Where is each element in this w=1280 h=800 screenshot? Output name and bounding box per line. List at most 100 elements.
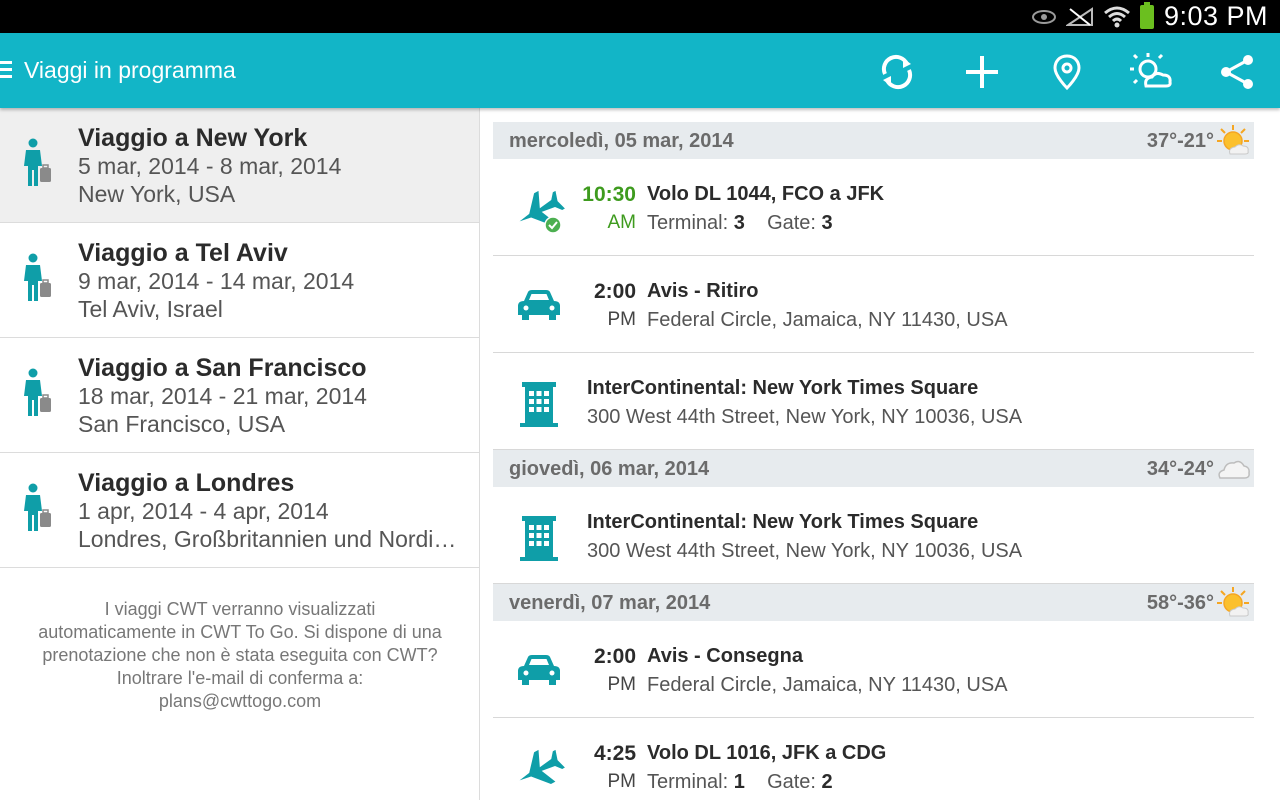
car-icon-wrap (513, 282, 565, 330)
share-button[interactable] (1212, 47, 1262, 97)
trip-dates: 1 apr, 2014 - 4 apr, 2014 (78, 498, 329, 524)
item-address: 300 West 44th Street, New York, NY 10036… (587, 540, 1023, 562)
forwarding-info-note: I viaggi CWT verranno visualizzati autom… (0, 598, 480, 713)
menu-icon[interactable] (0, 61, 14, 79)
terminal-label: Terminal: (647, 771, 729, 788)
airplane-icon (519, 749, 565, 785)
traveler-icon (24, 368, 51, 416)
forwarding-email[interactable]: plans@cwttogo.com (20, 690, 460, 713)
refresh-button[interactable] (872, 47, 922, 97)
temperature-range: 58°-36° (1146, 592, 1214, 614)
wifi-icon (1103, 6, 1130, 27)
trip-place: New York, USA (78, 181, 236, 207)
temperature-range: 34°-24° (1146, 458, 1214, 480)
trip-place: Londres, Großbritannien und Nordirland (78, 526, 463, 552)
day-label: venerdì, 07 mar, 2014 (509, 592, 711, 614)
terminal-label: Terminal: (647, 212, 729, 234)
sunny-icon (1217, 587, 1249, 617)
flight-icon-wrap (513, 744, 565, 788)
note-line: prenotazione che non è stata eseguita co… (42, 645, 438, 665)
weather-button[interactable] (1127, 47, 1177, 97)
day-header: venerdì, 07 mar, 2014 58°-36° (493, 584, 1254, 621)
hotel-item[interactable]: InterContinental: New York Times Square … (493, 487, 1254, 584)
note-line: automaticamente in CWT To Go. Si dispone… (38, 622, 442, 642)
item-ampm: PM (607, 309, 637, 330)
gate-label: Gate: (767, 771, 816, 788)
item-title: InterContinental: New York Times Square (587, 377, 979, 399)
gate-value: 3 (821, 212, 833, 234)
day-label: mercoledì, 05 mar, 2014 (509, 130, 734, 152)
status-icons: 9:03 PM (1031, 0, 1268, 33)
trip-list: Viaggio a New York 5 mar, 2014 - 8 mar, … (0, 108, 480, 800)
item-title: Volo DL 1044, FCO a JFK (647, 183, 885, 205)
trip-name: Viaggio a New York (78, 124, 308, 152)
trip-item[interactable]: Viaggio a Tel Aviv 9 mar, 2014 - 14 mar,… (0, 223, 479, 338)
note-line: Inoltrare l'e-mail di conferma a: (116, 668, 364, 688)
share-icon (1221, 55, 1253, 89)
car-icon-wrap (513, 647, 565, 695)
trip-name: Viaggio a San Francisco (78, 354, 367, 382)
trip-dates: 18 mar, 2014 - 21 mar, 2014 (78, 383, 367, 409)
temperature-range: 37°-21° (1146, 130, 1214, 152)
hotel-icon-wrap (513, 379, 565, 427)
traveler-icon (24, 138, 51, 186)
page-title[interactable]: Viaggi in programma (24, 57, 236, 84)
itinerary-pane: mercoledì, 05 mar, 2014 37°-21° 10:30 AM… (493, 122, 1254, 788)
item-address: 300 West 44th Street, New York, NY 10036… (587, 406, 1023, 428)
weather-icon (1130, 53, 1172, 88)
eye-icon (1031, 9, 1056, 24)
car-rental-item[interactable]: 2:00 PM Avis - Ritiro Federal Circle, Ja… (493, 256, 1254, 353)
trip-name: Viaggio a Londres (78, 469, 295, 497)
car-rental-item[interactable]: 2:00 PM Avis - Consegna Federal Circle, … (493, 621, 1254, 718)
note-line: I viaggi CWT verranno visualizzati (104, 599, 376, 619)
trip-dates: 5 mar, 2014 - 8 mar, 2014 (78, 153, 342, 179)
day-header: mercoledì, 05 mar, 2014 37°-21° (493, 122, 1254, 159)
trip-item[interactable]: Viaggio a New York 5 mar, 2014 - 8 mar, … (0, 108, 479, 223)
terminal-value: 3 (733, 212, 745, 234)
add-icon (966, 56, 998, 88)
hotel-icon-wrap (513, 513, 565, 561)
item-time: 10:30 (582, 183, 636, 206)
flight-item[interactable]: 10:30 AM Volo DL 1044, FCO a JFK Termina… (493, 159, 1254, 256)
terminal-value: 1 (733, 771, 745, 788)
item-title: Avis - Ritiro (647, 280, 759, 302)
flight-details: Terminal: 1 Gate: 2 (647, 771, 833, 788)
item-title: Volo DL 1016, JFK a CDG (647, 742, 887, 764)
status-clock: 9:03 PM (1163, 1, 1268, 31)
cloudy-icon (1218, 460, 1250, 479)
trip-item[interactable]: Viaggio a San Francisco 18 mar, 2014 - 2… (0, 338, 479, 453)
item-address: Federal Circle, Jamaica, NY 11430, USA (647, 674, 1008, 696)
car-icon (518, 655, 560, 685)
hotel-icon (520, 516, 558, 561)
trip-place: Tel Aviv, Israel (78, 296, 223, 322)
action-bar: Viaggi in programma (0, 33, 1280, 108)
item-ampm: PM (607, 771, 637, 788)
location-button[interactable] (1042, 47, 1092, 97)
gate-label: Gate: (767, 212, 816, 234)
day-header: giovedì, 06 mar, 2014 34°-24° (493, 450, 1254, 487)
traveler-icon (24, 483, 51, 531)
car-icon (518, 290, 560, 320)
item-time: 2:00 (593, 280, 636, 303)
airplane-icon (519, 190, 565, 233)
gate-value: 2 (821, 771, 833, 788)
item-title: Avis - Consegna (647, 645, 803, 667)
trip-item[interactable]: Viaggio a Londres 1 apr, 2014 - 4 apr, 2… (0, 453, 479, 568)
traveler-icon (24, 253, 51, 301)
item-title: InterContinental: New York Times Square (587, 511, 979, 533)
no-signal-icon (1065, 6, 1093, 26)
item-ampm: PM (607, 674, 637, 695)
trip-dates: 9 mar, 2014 - 14 mar, 2014 (78, 268, 355, 294)
battery-icon (1139, 1, 1154, 29)
flight-icon-wrap (513, 185, 565, 233)
hotel-item[interactable]: InterContinental: New York Times Square … (493, 353, 1254, 450)
day-label: giovedì, 06 mar, 2014 (509, 458, 710, 480)
item-time: 2:00 (593, 645, 636, 668)
status-bar: 9:03 PM (0, 0, 1280, 33)
add-button[interactable] (957, 47, 1007, 97)
location-pin-icon (1053, 54, 1081, 90)
item-time: 4:25 (593, 742, 636, 765)
refresh-icon (881, 54, 913, 90)
flight-details: Terminal: 3 Gate: 3 (647, 212, 833, 235)
flight-item[interactable]: 4:25 PM Volo DL 1016, JFK a CDG Terminal… (493, 718, 1254, 788)
